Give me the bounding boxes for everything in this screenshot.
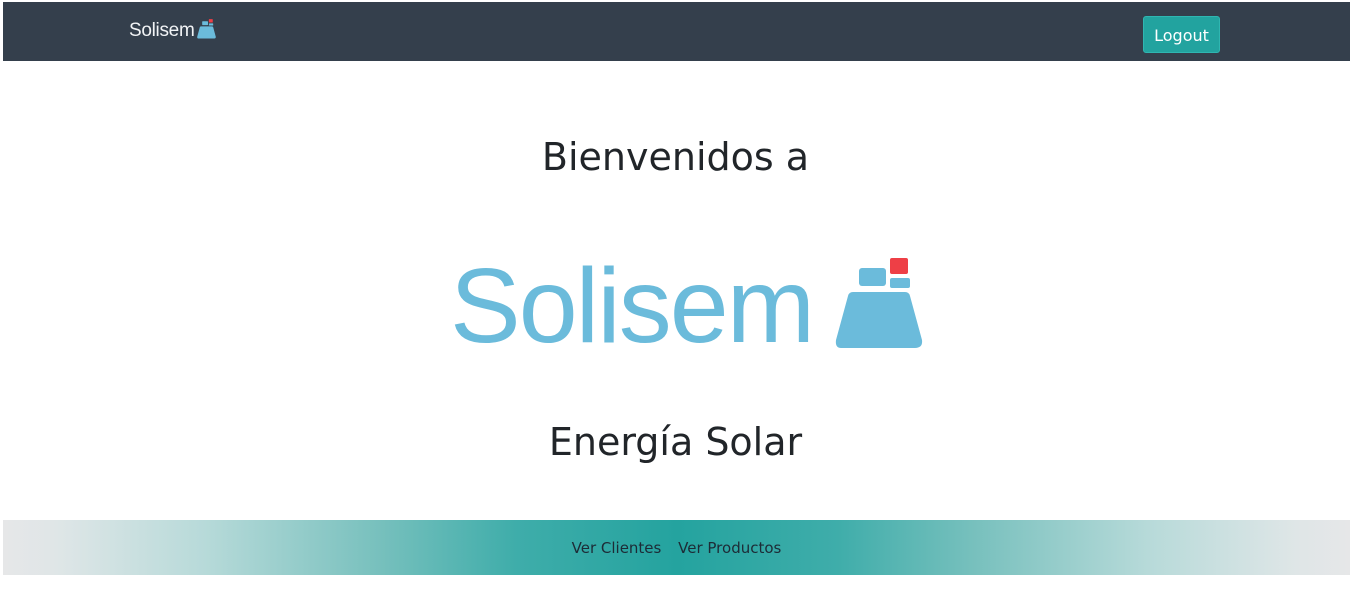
footer-links: Ver Clientes Ver Productos: [3, 538, 1350, 558]
navbar-brand[interactable]: Solisem: [129, 19, 217, 42]
footer-nav-bar: Ver Clientes Ver Productos: [3, 520, 1350, 575]
solisem-logo-icon: [197, 19, 217, 39]
ver-clientes-link[interactable]: Ver Clientes: [572, 539, 662, 557]
navbar-brand-text: Solisem: [129, 20, 195, 41]
hero-logo-text: Solisem: [450, 247, 815, 365]
ver-productos-link[interactable]: Ver Productos: [678, 539, 781, 557]
welcome-heading: Bienvenidos a: [541, 135, 810, 179]
solisem-logo-icon: [835, 258, 923, 348]
subtitle-heading: Energía Solar: [548, 420, 803, 464]
page: Solisem Logout Bienvenidos a Solisem Ene…: [0, 0, 1351, 606]
top-navbar: Solisem Logout: [3, 2, 1350, 61]
hero-logo: Solisem: [450, 247, 923, 365]
logout-button[interactable]: Logout: [1143, 16, 1220, 53]
